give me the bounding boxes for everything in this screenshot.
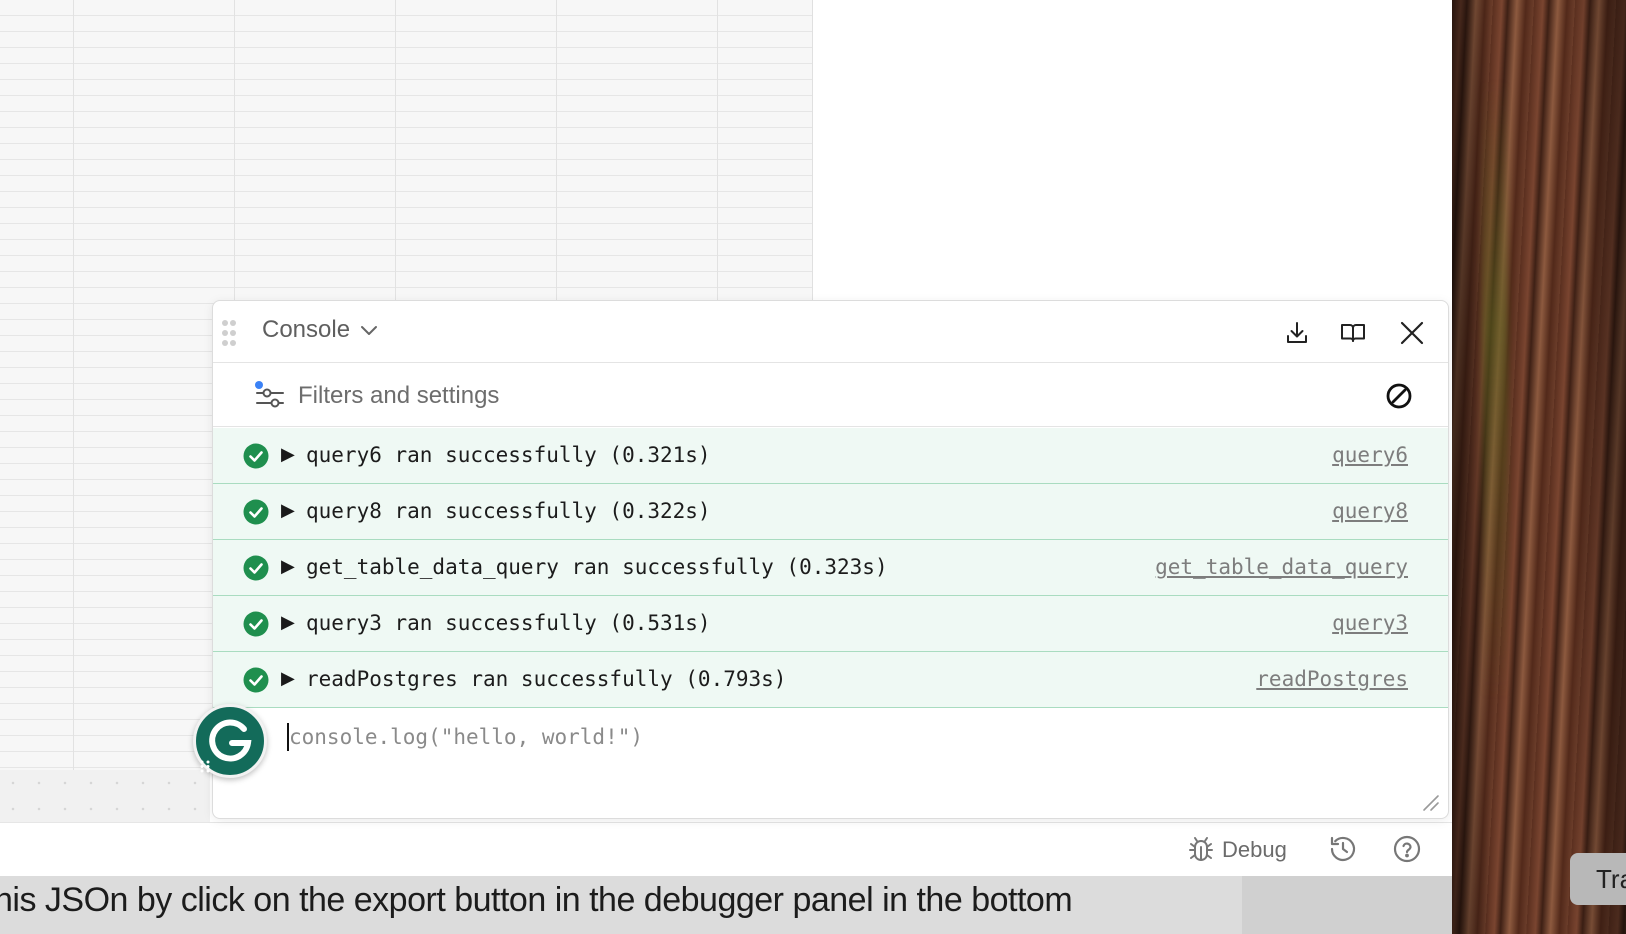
filters-toggle[interactable] <box>253 380 285 410</box>
expand-arrow-icon[interactable]: ▶ <box>281 612 295 633</box>
help-icon <box>1393 835 1421 863</box>
history-icon <box>1330 836 1356 862</box>
bug-icon <box>1189 837 1213 862</box>
log-message: get_table_data_query ran successfully (0… <box>306 555 888 579</box>
log-row[interactable]: ▶ query8 ran successfully (0.322s) query… <box>213 484 1448 540</box>
filters-label[interactable]: Filters and settings <box>298 382 499 410</box>
log-source-link[interactable]: query6 <box>1332 443 1408 467</box>
log-row[interactable]: ▶ query3 ran successfully (0.531s) query… <box>213 596 1448 652</box>
log-row[interactable]: ▶ readPostgres ran successfully (0.793s)… <box>213 652 1448 708</box>
canvas-dotted-area <box>0 770 210 822</box>
log-row[interactable]: ▶ get_table_data_query ran successfully … <box>213 540 1448 596</box>
log-message: query6 ran successfully (0.321s) <box>306 443 711 467</box>
check-circle-icon <box>243 499 269 525</box>
debug-button[interactable]: Debug <box>1188 835 1287 865</box>
background-photo <box>1452 0 1626 934</box>
log-message: query3 ran successfully (0.531s) <box>306 611 711 635</box>
console-input-area <box>213 709 1448 818</box>
bottom-status-bar: Debug <box>0 822 1452 876</box>
console-title-dropdown[interactable]: Console <box>262 316 378 344</box>
export-button[interactable] <box>1283 319 1311 347</box>
console-input[interactable] <box>289 719 1389 755</box>
clear-console-button[interactable] <box>1385 382 1413 410</box>
tooltip-chip: Tra <box>1570 853 1626 905</box>
history-button[interactable] <box>1328 834 1358 864</box>
video-caption: his JSOn by click on the export button i… <box>0 881 1073 919</box>
drag-dots-icon[interactable] <box>199 759 211 773</box>
log-message: readPostgres ran successfully (0.793s) <box>306 667 787 691</box>
chevron-down-icon <box>361 326 378 335</box>
expand-arrow-icon[interactable]: ▶ <box>281 444 295 465</box>
expand-arrow-icon[interactable]: ▶ <box>281 500 295 521</box>
log-message: query8 ran successfully (0.322s) <box>306 499 711 523</box>
log-source-link[interactable]: readPostgres <box>1256 667 1408 691</box>
check-circle-icon <box>243 443 269 469</box>
log-list: ▶ query6 ran successfully (0.321s) query… <box>213 428 1448 708</box>
download-icon <box>1287 322 1307 343</box>
resize-grip-icon[interactable] <box>1420 792 1440 812</box>
console-title: Console <box>262 316 351 343</box>
log-source-link[interactable]: query3 <box>1332 611 1408 635</box>
clear-icon <box>1386 383 1412 409</box>
log-source-link[interactable]: query8 <box>1332 499 1408 523</box>
check-circle-icon <box>243 611 269 637</box>
grammarly-icon <box>209 719 252 762</box>
help-button[interactable] <box>1392 834 1422 864</box>
drag-handle-icon[interactable] <box>221 319 237 347</box>
debug-label: Debug <box>1222 837 1287 862</box>
filters-bar: Filters and settings <box>213 364 1448 427</box>
log-row[interactable]: ▶ query6 ran successfully (0.321s) query… <box>213 428 1448 484</box>
expand-arrow-icon[interactable]: ▶ <box>281 556 295 577</box>
check-circle-icon <box>243 667 269 693</box>
close-icon <box>1400 321 1424 345</box>
close-button[interactable] <box>1398 319 1426 347</box>
docs-button[interactable] <box>1339 319 1367 347</box>
console-header: Console <box>213 301 1448 363</box>
book-icon <box>1341 324 1365 342</box>
log-source-link[interactable]: get_table_data_query <box>1155 555 1408 579</box>
sliders-icon <box>255 381 284 408</box>
check-circle-icon <box>243 555 269 581</box>
expand-arrow-icon[interactable]: ▶ <box>281 668 295 689</box>
grammarly-button[interactable] <box>193 704 267 778</box>
console-panel: Console Filters and settings ▶ query6 ra… <box>212 300 1449 819</box>
